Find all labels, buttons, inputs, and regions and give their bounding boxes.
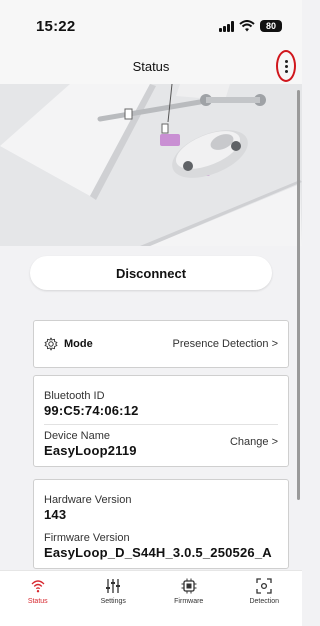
hardware-version-value: 143 [44,507,67,522]
bluetooth-id-value: 99:C5:74:06:12 [44,403,139,418]
battery-icon: 80 [260,20,282,32]
tab-firmware-label: Firmware [174,598,204,605]
page-title: Status [132,59,170,74]
mode-value[interactable]: Presence Detection > [173,338,278,350]
gear-icon [44,337,58,351]
divider [44,424,278,425]
firmware-version-value: EasyLoop_D_S44H_3.0.5_250526_A [44,545,272,560]
chip-icon [181,578,197,594]
detection-icon [256,578,272,594]
mode-card[interactable]: Mode Presence Detection > [33,320,289,368]
tab-settings-label: Settings [100,598,126,605]
device-illustration [0,84,302,246]
mode-label: Mode [64,338,93,350]
tab-status[interactable]: Status [0,571,76,626]
mode-row[interactable]: Mode Presence Detection > [44,321,278,367]
device-name-value: EasyLoop2119 [44,443,137,458]
bluetooth-id-label: Bluetooth ID [44,390,105,402]
tab-firmware[interactable]: Firmware [151,571,227,626]
system-icons: 80 [219,20,282,32]
more-vertical-icon[interactable] [276,50,296,82]
disconnect-button[interactable]: Disconnect [30,256,272,290]
scrollbar[interactable] [297,90,300,500]
firmware-version-label: Firmware Version [44,532,130,544]
tab-detection-label: Detection [249,598,280,605]
cellular-signal-icon [219,20,234,32]
versions-card: Hardware Version 143 Firmware Version Ea… [33,479,289,569]
status-time: 15:22 [36,18,76,35]
tab-status-label: Status [27,598,48,605]
device-name-label: Device Name [44,430,111,442]
status-bar: 15:22 80 [0,0,302,46]
nav-bar: Status [0,46,302,84]
tab-settings[interactable]: Settings [76,571,152,626]
bluetooth-card: Bluetooth ID 99:C5:74:06:12 Device Name … [33,375,289,467]
change-name-button[interactable]: Change > [230,436,278,448]
sliders-icon [106,579,121,593]
parking-sensor-illustration [0,84,302,246]
tab-detection[interactable]: Detection [227,571,303,626]
hardware-version-label: Hardware Version [44,494,132,506]
tab-bar: Status Settings Firmware Detection [0,570,302,626]
signal-icon [31,580,45,593]
wifi-icon [239,20,255,32]
